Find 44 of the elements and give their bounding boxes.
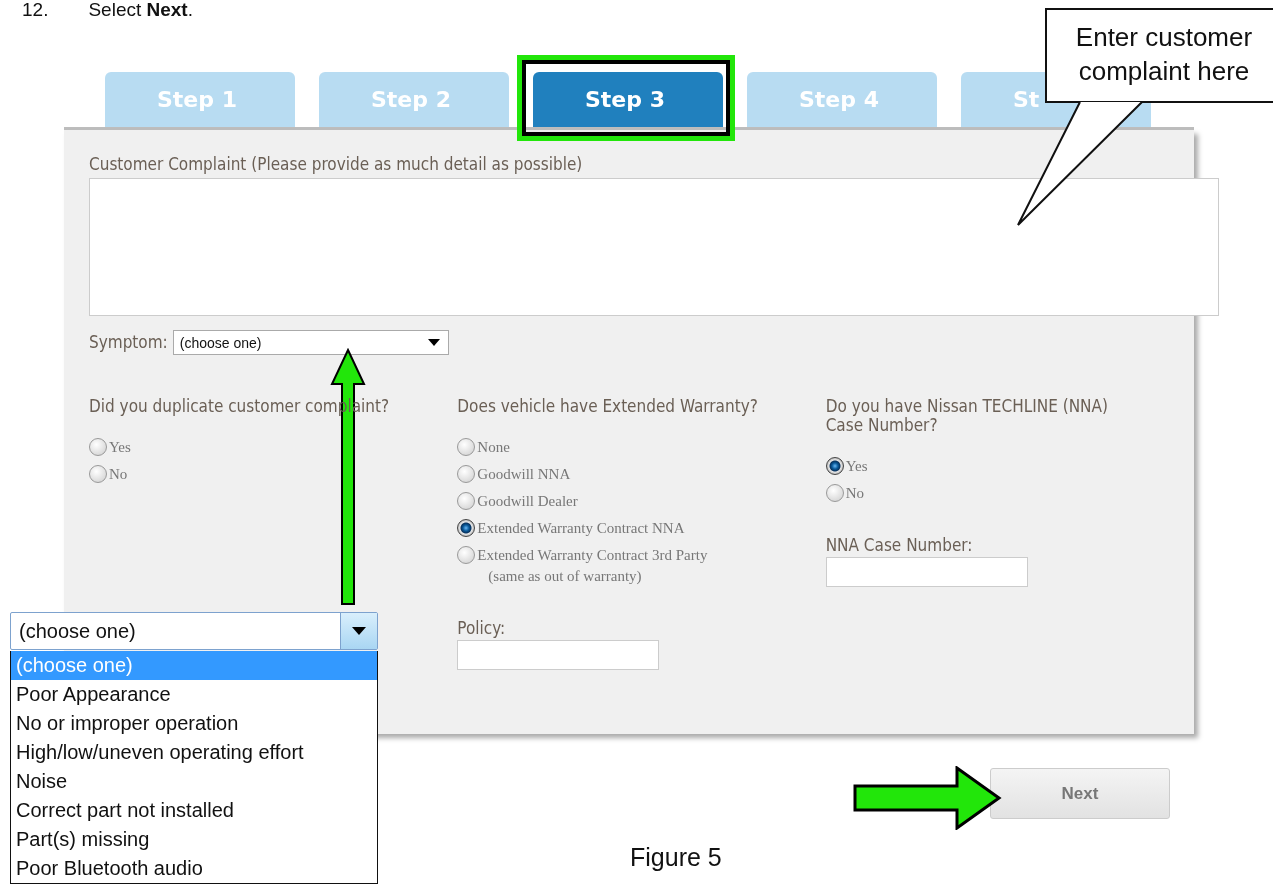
option-label: Yes	[109, 439, 131, 456]
caret-icon	[427, 339, 440, 346]
radio-button[interactable]	[457, 465, 476, 483]
symptom-label: Symptom:	[89, 333, 168, 352]
figure-caption: Figure 5	[630, 843, 722, 872]
radio-button[interactable]	[457, 519, 476, 537]
complaint-label: Customer Complaint (Please provide as much detail as possible)	[89, 155, 584, 174]
radio-button[interactable]	[89, 438, 107, 456]
option-label: None	[477, 439, 510, 456]
dropdown-option[interactable]: Poor Bluetooth audio	[11, 854, 377, 883]
callout: Enter customer complaint here	[1045, 8, 1273, 103]
symptom-dropdown[interactable]: (choose one)	[10, 612, 378, 650]
radio-button[interactable]	[825, 457, 844, 475]
step-tab[interactable]: Step 3	[533, 72, 723, 127]
option-label: Goodwill Dealer	[477, 493, 578, 510]
next-button[interactable]: Next	[990, 768, 1170, 819]
dropdown-option[interactable]: Noise	[11, 767, 377, 796]
radio-button[interactable]	[825, 484, 844, 502]
dropdown-option[interactable]: Part(s) missing	[11, 825, 377, 854]
field-label: NNA Case Number:	[825, 536, 974, 555]
option-label: No	[109, 466, 128, 483]
radio-button[interactable]	[89, 465, 107, 483]
option-label: Extended Warranty Contract NNA	[477, 520, 685, 537]
question-label: Does vehicle have Extended Warranty?	[457, 397, 759, 416]
step-number: 12.	[22, 0, 49, 20]
input-field[interactable]	[457, 640, 660, 670]
option-label: Goodwill NNA	[477, 466, 571, 483]
caret-icon	[352, 627, 366, 635]
dropdown-option[interactable]: High/low/uneven operating effort	[11, 738, 377, 767]
instruction-text: Select Next.	[88, 0, 193, 20]
symptom-dropdown[interactable]: (choose one)	[172, 330, 449, 355]
dropdown-option[interactable]: Poor Appearance	[11, 680, 377, 709]
question-label: Do you have Nissan TECHLINE (NNA) Case Number?	[825, 397, 1109, 435]
option-label: Yes	[845, 458, 868, 475]
field-label: Policy:	[457, 619, 507, 638]
radio-button[interactable]	[457, 438, 476, 456]
radio-button[interactable]	[457, 546, 476, 564]
option-note: (same as out of warranty)	[488, 568, 643, 585]
dropdown-option[interactable]: Correct part not installed	[11, 796, 377, 825]
option-label: Extended Warranty Contract 3rd Party	[477, 547, 708, 564]
option-label: No	[845, 485, 864, 502]
input-field[interactable]	[825, 557, 1028, 587]
radio-button[interactable]	[457, 492, 476, 510]
dropdown-option[interactable]: No or improper operation	[11, 709, 377, 738]
